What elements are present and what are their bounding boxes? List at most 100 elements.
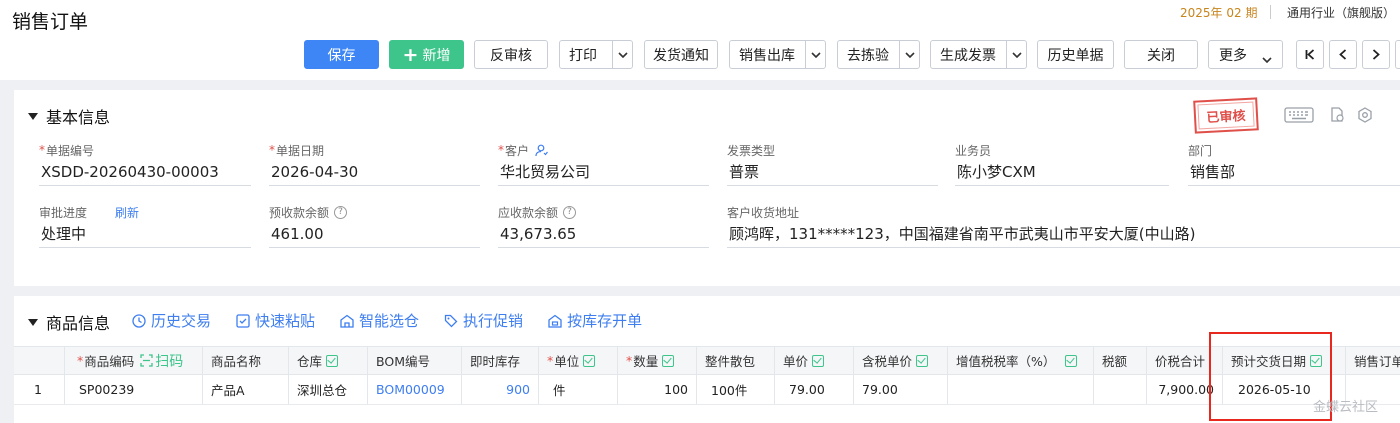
cell-warehouse[interactable]: 深圳总仓 bbox=[289, 375, 368, 404]
checkbox-icon[interactable] bbox=[812, 354, 825, 367]
doc-no-field[interactable]: * 单据编号 XSDD-20260430-00003 bbox=[39, 142, 251, 186]
dept-label: 部门 bbox=[1188, 143, 1213, 158]
cell-tax-price[interactable]: 79.00 bbox=[854, 375, 948, 404]
gen-invoice-label: 生成发票 bbox=[940, 47, 996, 64]
cell-price[interactable]: 79.00 bbox=[775, 375, 854, 404]
more-button[interactable]: 更多 bbox=[1208, 40, 1283, 69]
chevron-down-icon[interactable] bbox=[1006, 41, 1026, 68]
dept-value[interactable]: 销售部 bbox=[1188, 158, 1400, 186]
accounting-period[interactable]: 2025年 02 期 bbox=[1180, 4, 1257, 21]
gear-icon[interactable] bbox=[1357, 107, 1373, 127]
chevron-down-icon bbox=[1262, 51, 1272, 67]
unaudit-button[interactable]: 反审核 bbox=[474, 40, 548, 69]
doc-date-value[interactable]: 2026-04-30 bbox=[269, 158, 480, 186]
col-index bbox=[14, 347, 65, 374]
checkbox-icon[interactable] bbox=[916, 354, 929, 367]
invoice-type-field[interactable]: 发票类型 普票 bbox=[727, 142, 938, 186]
col-stock: 即时库存 bbox=[462, 347, 539, 374]
cell-tax[interactable] bbox=[1094, 375, 1147, 404]
user-icon[interactable] bbox=[535, 144, 548, 157]
col-tax-price: 含税单价 bbox=[854, 347, 948, 374]
chevron-left-icon bbox=[1339, 49, 1347, 60]
help-icon[interactable]: ? bbox=[334, 205, 348, 219]
warehouse-icon bbox=[340, 314, 354, 328]
goods-info-toggle[interactable]: 商品信息 bbox=[28, 310, 110, 334]
pick-check-button[interactable]: 去拣验 bbox=[837, 40, 920, 69]
gen-invoice-button[interactable]: 生成发票 bbox=[930, 40, 1027, 69]
invoice-type-value[interactable]: 普票 bbox=[727, 158, 938, 186]
address-label: 客户收货地址 bbox=[727, 205, 800, 220]
refresh-link[interactable]: 刷新 bbox=[115, 204, 139, 221]
dept-field[interactable]: 部门 销售部 bbox=[1188, 142, 1400, 186]
history-trade-tool[interactable]: 历史交易 bbox=[132, 310, 211, 331]
close-label: 关闭 bbox=[1147, 47, 1175, 64]
ship-notice-label: 发货通知 bbox=[653, 47, 709, 64]
cell-pack[interactable]: 100件 bbox=[697, 375, 775, 404]
doc-no-value[interactable]: XSDD-20260430-00003 bbox=[39, 158, 251, 186]
smart-warehouse-tool[interactable]: 智能选仓 bbox=[340, 310, 419, 331]
house-box-icon bbox=[548, 314, 562, 328]
first-record-button[interactable] bbox=[1296, 40, 1324, 69]
quick-paste-label: 快速粘贴 bbox=[255, 312, 316, 330]
basic-info-toggle[interactable]: 基本信息 bbox=[28, 104, 110, 128]
checkbox-icon[interactable] bbox=[583, 354, 596, 367]
promotion-tool[interactable]: 执行促销 bbox=[444, 310, 523, 331]
prepaid-label: 预收款余额 bbox=[269, 205, 330, 220]
col-pack: 整件散包 bbox=[697, 347, 775, 374]
cell-qty[interactable]: 100 bbox=[618, 375, 697, 404]
col-warehouse: 仓库 bbox=[289, 347, 368, 374]
last-record-button[interactable] bbox=[1395, 40, 1400, 69]
keyboard-icon[interactable] bbox=[1284, 107, 1314, 127]
cell-stock-link[interactable]: 900 bbox=[462, 375, 539, 404]
promotion-label: 执行促销 bbox=[463, 312, 524, 330]
page-title: 销售订单 bbox=[12, 11, 89, 33]
doc-date-field[interactable]: * 单据日期 2026-04-30 bbox=[269, 142, 480, 186]
table-row[interactable]: 1 SP00239 产品A 深圳总仓 BOM00009 900 件 100 10… bbox=[14, 375, 1400, 405]
quick-paste-tool[interactable]: 快速粘贴 bbox=[236, 310, 315, 331]
help-icon[interactable]: ? bbox=[563, 205, 577, 219]
collapse-triangle-icon bbox=[28, 112, 38, 120]
prev-record-button[interactable] bbox=[1329, 40, 1357, 69]
save-button[interactable]: 保存 bbox=[304, 40, 379, 69]
print-button[interactable]: 打印 bbox=[559, 40, 633, 69]
col-bom: BOM编号 bbox=[368, 347, 462, 374]
doc-no-label: * 单据编号 bbox=[39, 143, 95, 158]
cell-vat-rate[interactable] bbox=[948, 375, 1094, 404]
chevron-down-icon[interactable] bbox=[899, 41, 919, 68]
ship-notice-button[interactable]: 发货通知 bbox=[644, 40, 718, 69]
basic-info-panel: 基本信息 已审核 * 单据编号 XSDD-20260430-00003 * 单据日期… bbox=[14, 90, 1400, 286]
receivable-label: 应收款余额 bbox=[498, 205, 559, 220]
goods-toolbar: 历史交易 快速粘贴 智能选仓 执行促销 按库存开单 bbox=[132, 310, 667, 331]
checkbox-icon[interactable] bbox=[326, 354, 339, 367]
cell-code[interactable]: SP00239 bbox=[65, 375, 203, 404]
prepaid-field: 预收款余额? 461.00 bbox=[269, 204, 480, 248]
chevron-down-icon[interactable] bbox=[805, 41, 825, 68]
next-record-button[interactable] bbox=[1362, 40, 1390, 69]
goods-info-title: 商品信息 bbox=[46, 314, 111, 333]
scan-button[interactable]: 扫码 bbox=[140, 351, 183, 371]
prepaid-label-row: 预收款余额? bbox=[269, 204, 480, 220]
customer-value[interactable]: 华北贸易公司 bbox=[498, 158, 709, 186]
industry-edition[interactable]: 通用行业（旗舰版） bbox=[1287, 4, 1395, 21]
stock-order-tool[interactable]: 按库存开单 bbox=[548, 310, 642, 331]
first-page-icon bbox=[1305, 49, 1315, 60]
document-settings-icon[interactable] bbox=[1329, 107, 1345, 127]
salesman-field[interactable]: 业务员 陈小梦CXM bbox=[955, 142, 1169, 186]
salesman-value[interactable]: 陈小梦CXM bbox=[955, 158, 1169, 186]
address-value[interactable]: 顾鸿晖，131*****123，中国福建省南平市武夷山市平安大厦(中山路) bbox=[727, 220, 1400, 248]
cell-bom-link[interactable]: BOM00009 bbox=[368, 375, 462, 404]
chevron-down-icon[interactable] bbox=[612, 41, 632, 68]
sales-out-button[interactable]: 销售出库 bbox=[729, 40, 826, 69]
cell-unit[interactable]: 件 bbox=[539, 375, 618, 404]
row-index: 1 bbox=[14, 375, 65, 404]
cell-name[interactable]: 产品A bbox=[203, 375, 289, 404]
prepaid-value: 461.00 bbox=[269, 220, 480, 248]
customer-field[interactable]: * 客户 华北贸易公司 bbox=[498, 142, 709, 186]
address-field[interactable]: 客户收货地址 顾鸿晖，131*****123，中国福建省南平市武夷山市平安大厦(… bbox=[727, 204, 1400, 248]
history-docs-button[interactable]: 历史单据 bbox=[1037, 40, 1114, 69]
add-button[interactable]: + 新增 bbox=[389, 40, 464, 69]
close-button[interactable]: 关闭 bbox=[1124, 40, 1198, 69]
smart-warehouse-label: 智能选仓 bbox=[359, 312, 420, 330]
checkbox-icon[interactable] bbox=[1065, 354, 1078, 367]
checkbox-icon[interactable] bbox=[662, 354, 675, 367]
